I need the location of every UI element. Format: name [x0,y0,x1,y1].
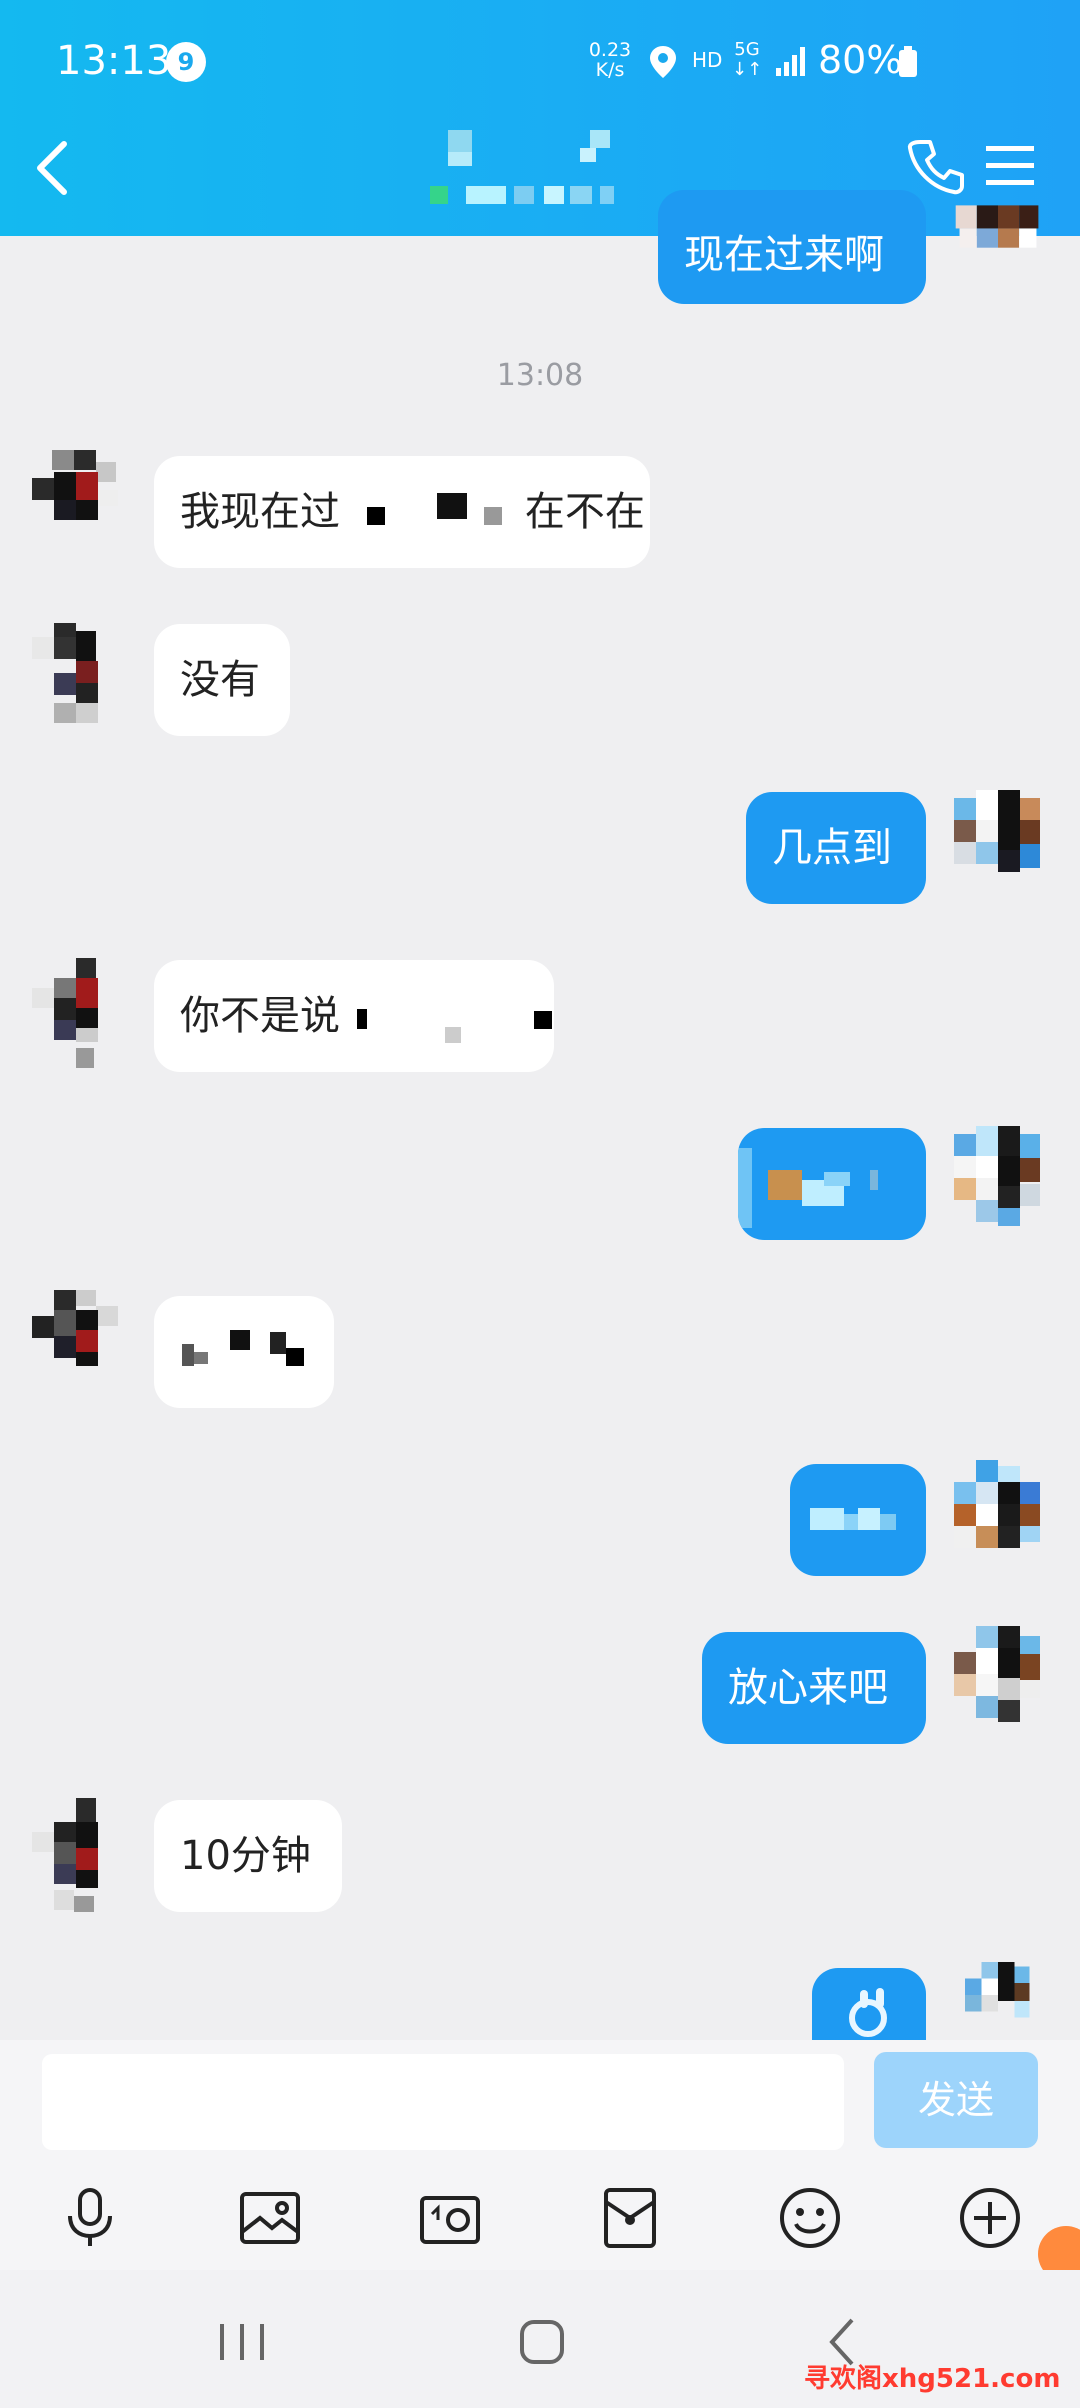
message-text: 我现在过 [180,489,340,535]
home-icon[interactable] [514,2316,570,2368]
chat-title-pixelated [430,130,614,204]
signal-icon [776,47,805,76]
outgoing-message-bubble[interactable] [738,1128,926,1240]
image-icon[interactable] [238,2186,302,2250]
incoming-message-bubble[interactable]: 10分钟 [154,1800,342,1912]
ok-hand-emoji-icon [849,1988,887,2037]
plus-icon[interactable] [958,2186,1022,2250]
network-type: 5G ↓↑ [732,40,762,80]
network-speed: 0.23 K/s [586,40,634,80]
redacted-block [445,1027,462,1043]
network-speed-value: 0.23 [588,39,632,61]
contact-avatar[interactable] [28,450,128,554]
phone-icon[interactable] [906,136,966,196]
back-chevron-icon[interactable] [30,136,78,200]
location-icon [650,46,676,78]
status-time: 13:13 [56,38,172,84]
incoming-message-bubble[interactable]: 我现在过 在不在 [154,456,650,568]
hd-indicator: HD [692,48,723,72]
outgoing-message-bubble[interactable] [812,1968,926,2040]
emoji-icon[interactable] [778,2186,842,2250]
watermark: 寻欢阁xhg521.com [804,2364,1061,2394]
battery-icon [899,46,917,77]
contact-avatar[interactable] [28,1788,128,1912]
message-text: 你不是说 [180,993,340,1039]
my-avatar[interactable] [948,790,1048,894]
my-avatar[interactable] [948,190,1048,290]
red-packet-icon[interactable] [598,2186,662,2250]
redacted-block [356,1009,367,1029]
recent-apps-icon[interactable] [214,2316,270,2368]
redacted-content [738,1148,878,1228]
redacted-block [484,507,503,525]
redacted-content [182,1330,304,1366]
redacted-block [366,507,385,525]
message-input[interactable] [42,2054,844,2150]
data-arrows-icon: ↓↑ [732,59,763,80]
input-toolbar [0,2166,1080,2270]
outgoing-message-bubble[interactable]: 几点到 [746,792,926,904]
outgoing-message-bubble[interactable]: 放心来吧 [702,1632,926,1744]
outgoing-message-bubble[interactable]: 现在过来啊 [658,190,926,304]
message-text: 现在过来啊 [684,232,884,278]
microphone-icon[interactable] [58,2186,122,2250]
redacted-block [534,1011,553,1029]
incoming-message-bubble[interactable]: 你不是说 [154,960,554,1072]
send-button[interactable]: 发送 [874,2052,1038,2148]
network-type-label: 5G [734,39,760,60]
message-text: 放心来吧 [728,1665,888,1711]
contact-avatar[interactable] [28,620,128,730]
incoming-message-bubble[interactable] [154,1296,334,1408]
incoming-message-bubble[interactable]: 没有 [154,624,290,736]
my-avatar[interactable] [948,1452,1048,1572]
my-avatar[interactable] [948,1626,1048,1730]
redacted-content [810,1508,896,1530]
message-text: 几点到 [772,825,892,871]
menu-icon[interactable] [984,142,1036,190]
redacted-block [437,493,468,519]
contact-avatar[interactable] [28,1290,128,1394]
notification-count-badge: 9 [166,42,206,82]
message-text: 10分钟 [180,1833,311,1879]
network-speed-unit: K/s [595,59,625,81]
message-timestamp: 13:08 [496,358,584,393]
camera-icon[interactable] [418,2186,482,2250]
message-text: 在不在 [524,489,645,535]
outgoing-message-bubble[interactable] [790,1464,926,1576]
battery-percent: 80% [818,38,903,82]
message-text: 没有 [180,657,260,703]
my-avatar[interactable] [948,1962,1048,2040]
contact-avatar[interactable] [28,950,128,1070]
my-avatar[interactable] [948,1122,1048,1234]
